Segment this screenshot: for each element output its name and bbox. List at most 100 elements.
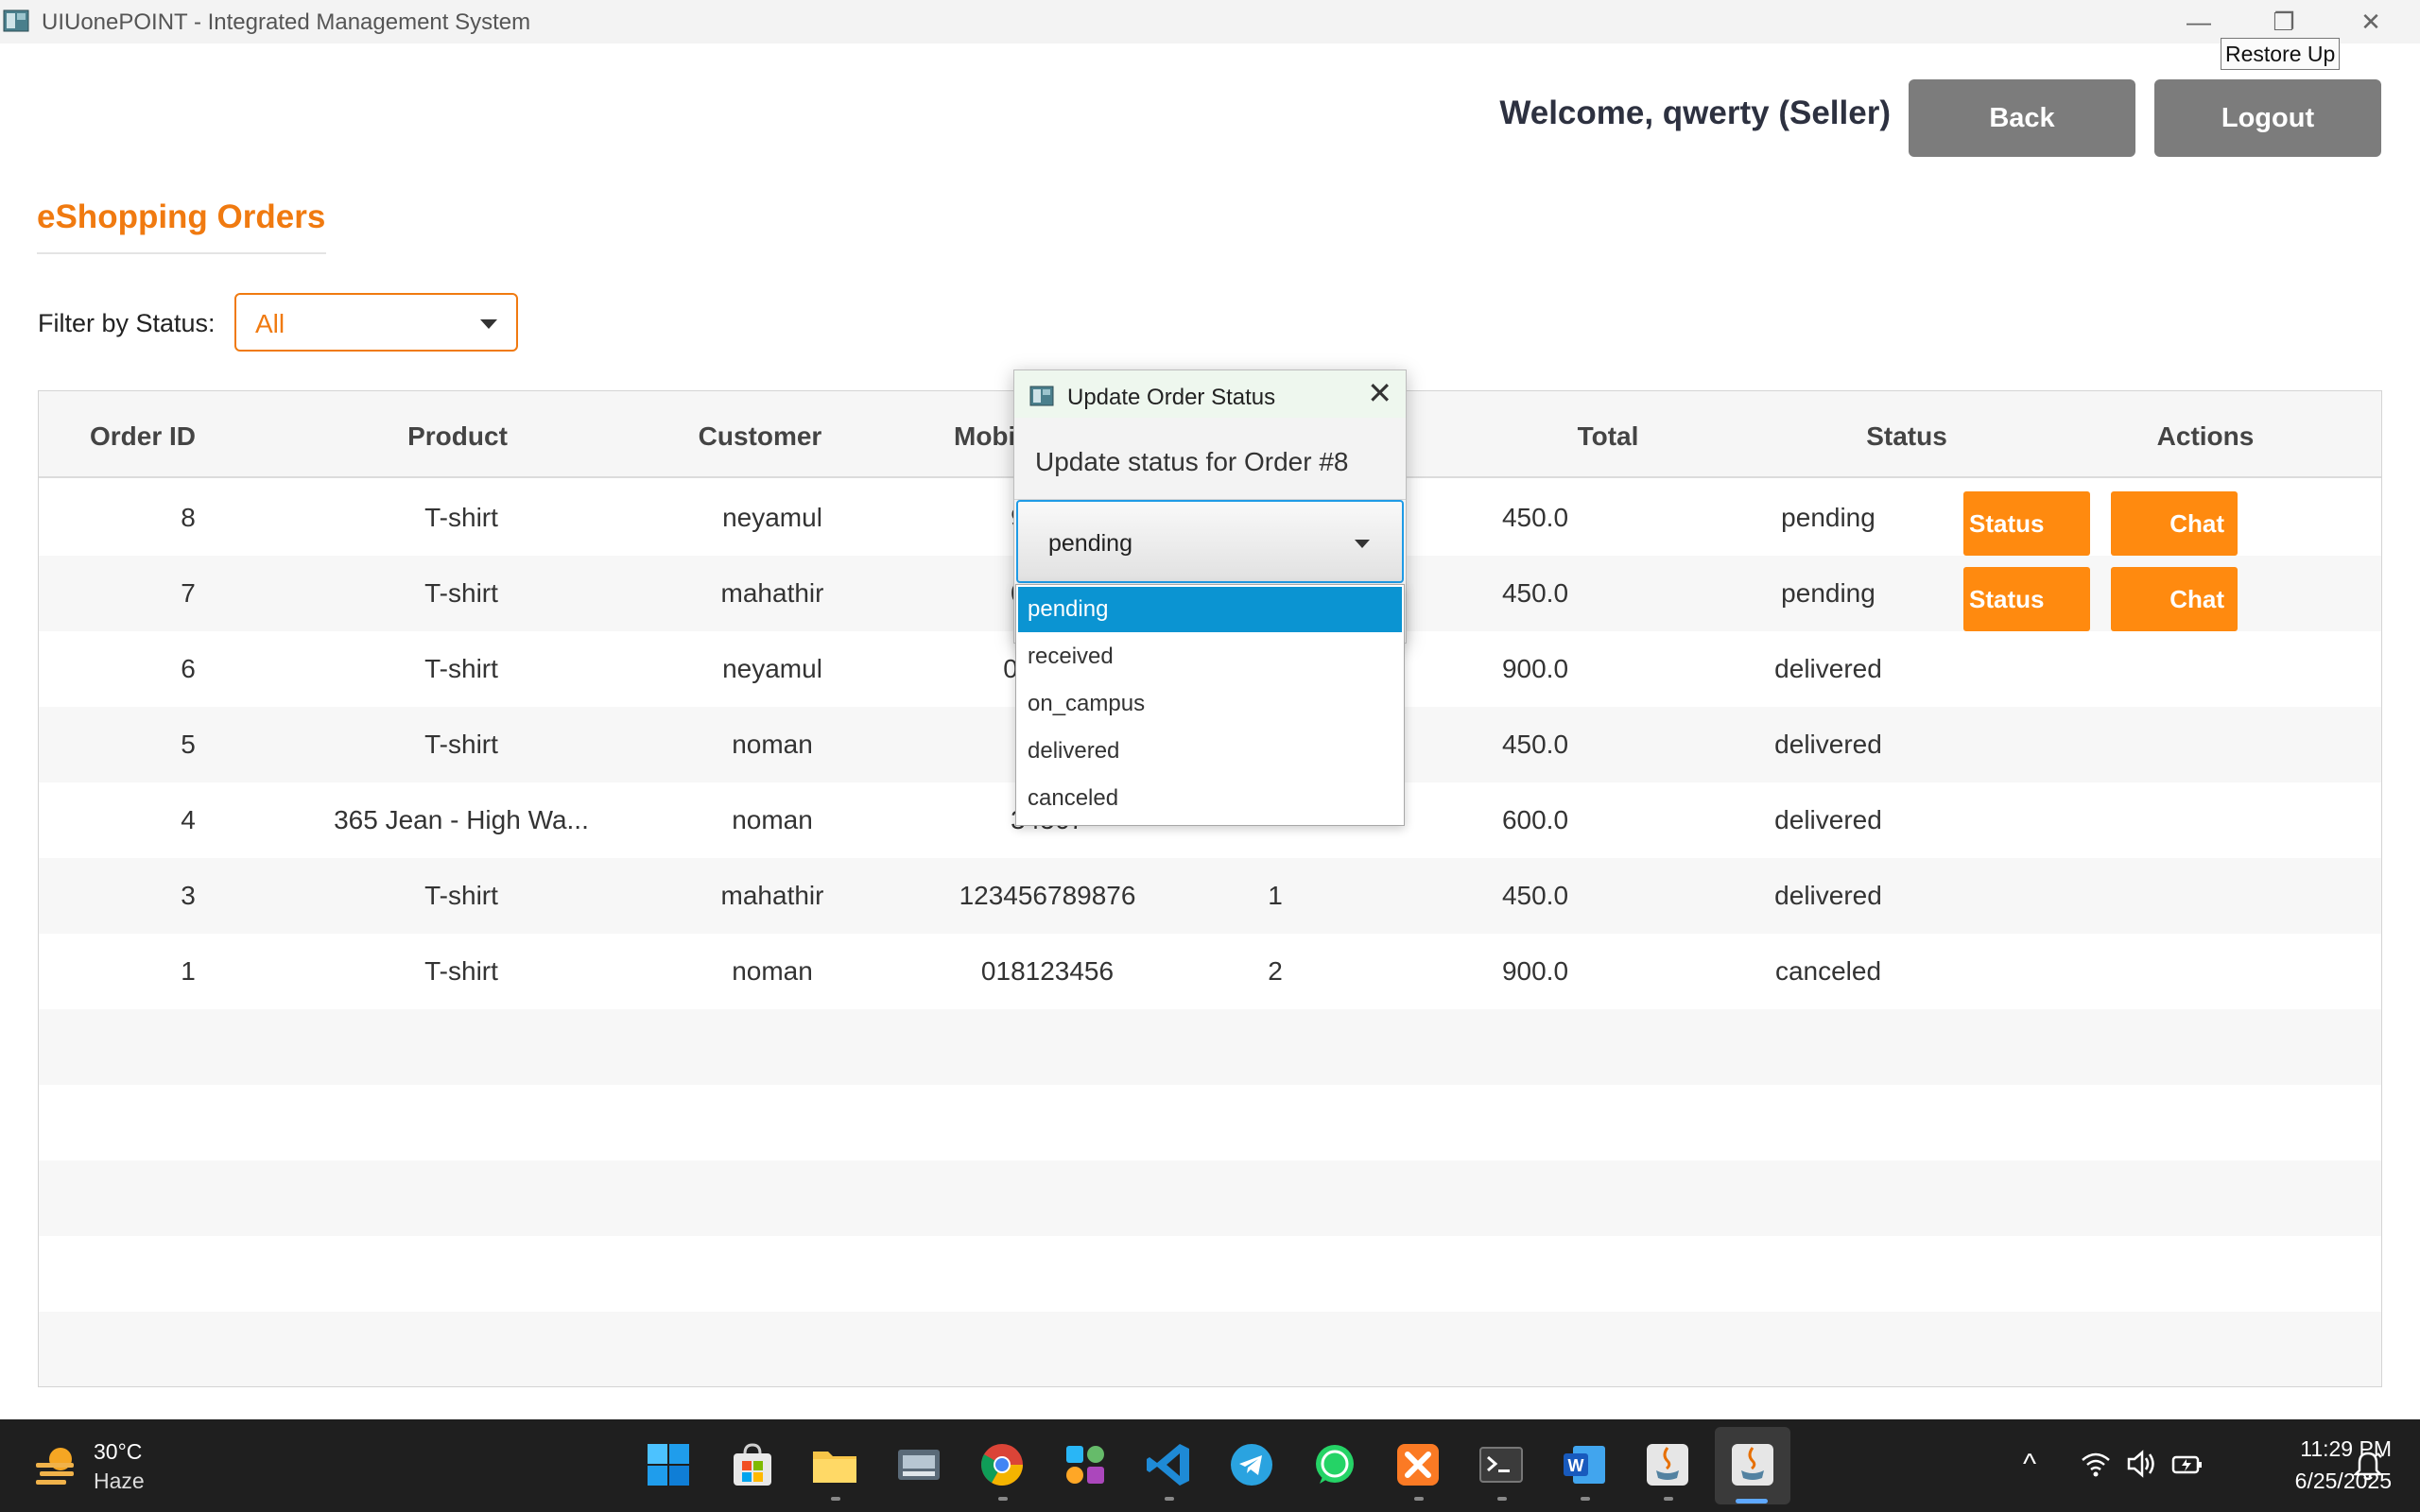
column-header-customer[interactable]: Customer xyxy=(628,421,892,452)
cell-product: 365 Jean - High Wa... xyxy=(334,805,589,834)
cell-customer: mahathir xyxy=(720,578,824,608)
java-active-icon[interactable] xyxy=(1728,1440,1777,1489)
status-option-on-campus[interactable]: on_campus xyxy=(1018,681,1402,727)
update-status-button[interactable]: Status xyxy=(1963,491,2090,556)
column-header-status[interactable]: Status xyxy=(1774,421,2039,452)
app-grid-icon[interactable] xyxy=(1061,1440,1110,1489)
close-window-icon[interactable]: ✕ xyxy=(2333,0,2409,43)
empty-row xyxy=(39,1236,2381,1312)
empty-row xyxy=(39,1312,2381,1386)
weather-haze-icon[interactable] xyxy=(32,1442,81,1487)
cell-total: 900.0 xyxy=(1501,654,1569,683)
cell-customer: noman xyxy=(732,956,813,986)
status-combo-box[interactable]: pending xyxy=(1016,500,1404,583)
back-button[interactable]: Back xyxy=(1909,79,2135,157)
logout-button[interactable]: Logout xyxy=(2154,79,2381,157)
cell-customer: neyamul xyxy=(722,654,822,683)
cell-order-id: 4 xyxy=(181,805,196,834)
running-indicator xyxy=(831,1497,840,1501)
keyboard-app-icon[interactable] xyxy=(894,1440,943,1489)
status-option-received[interactable]: received xyxy=(1018,634,1402,679)
cell-status: pending xyxy=(1781,578,1876,608)
cell-total: 600.0 xyxy=(1501,805,1569,834)
cell-product: T-shirt xyxy=(424,578,498,608)
column-header-product[interactable]: Product xyxy=(306,421,609,452)
cell-total: 900.0 xyxy=(1501,956,1569,986)
table-row[interactable]: 1 T-shirt noman 018123456 2 900.0 cancel… xyxy=(39,934,2381,1009)
wifi-icon[interactable] xyxy=(2080,1448,2112,1480)
weather-description: Haze xyxy=(94,1469,145,1493)
whatsapp-icon[interactable] xyxy=(1310,1440,1359,1489)
cell-mobile: 018123456 xyxy=(980,956,1115,986)
cell-total: 450.0 xyxy=(1501,578,1569,608)
cell-product: T-shirt xyxy=(424,730,498,759)
cell-customer: noman xyxy=(732,730,813,759)
column-header-total[interactable]: Total xyxy=(1495,421,1721,452)
cell-status: delivered xyxy=(1774,881,1882,910)
cell-status: delivered xyxy=(1774,730,1882,759)
cell-order-id: 6 xyxy=(181,654,196,683)
cell-total: 450.0 xyxy=(1501,881,1569,910)
app-icon xyxy=(3,9,29,32)
cell-order-id: 3 xyxy=(181,881,196,910)
cell-product: T-shirt xyxy=(424,881,498,910)
page-title: eShopping Orders xyxy=(37,198,326,235)
cell-order-id: 5 xyxy=(181,730,196,759)
telegram-icon[interactable] xyxy=(1227,1440,1276,1489)
chevron-down-icon xyxy=(480,319,497,329)
cell-status: canceled xyxy=(1774,956,1882,986)
status-option-pending[interactable]: pending xyxy=(1018,587,1402,632)
dialog-titlebar[interactable]: Update Order Status ✕ xyxy=(1014,370,1406,418)
terminal-icon[interactable] xyxy=(1477,1440,1526,1489)
vscode-icon[interactable] xyxy=(1144,1440,1193,1489)
status-filter-select[interactable]: All xyxy=(234,293,518,352)
cell-product: T-shirt xyxy=(424,654,498,683)
file-explorer-icon[interactable] xyxy=(810,1440,859,1489)
status-option-delivered[interactable]: delivered xyxy=(1018,729,1402,774)
empty-row xyxy=(39,1009,2381,1085)
volume-icon[interactable] xyxy=(2125,1448,2157,1480)
weather-temperature: 30°C xyxy=(94,1439,143,1464)
cell-mobile: 123456789876 xyxy=(959,881,1136,910)
status-dropdown-list: pending received on_campus delivered can… xyxy=(1015,584,1405,826)
show-hidden-icons-icon[interactable]: ^ xyxy=(2023,1448,2036,1482)
column-header-actions[interactable]: Actions xyxy=(2073,421,2338,452)
cell-product: T-shirt xyxy=(424,956,498,986)
empty-row xyxy=(39,1160,2381,1236)
combo-selected-value: pending xyxy=(1048,530,1132,557)
microsoft-store-icon[interactable] xyxy=(728,1440,777,1489)
update-status-button[interactable]: Status xyxy=(1963,567,2090,631)
battery-icon[interactable] xyxy=(2170,1448,2204,1480)
title-divider xyxy=(37,252,326,254)
close-icon[interactable]: ✕ xyxy=(1367,378,1392,408)
cell-status: delivered xyxy=(1774,805,1882,834)
cell-quantity: 2 xyxy=(1268,956,1283,986)
word-icon[interactable]: W xyxy=(1560,1440,1609,1489)
cell-order-id: 7 xyxy=(181,578,196,608)
windows-start-icon[interactable] xyxy=(644,1440,693,1489)
cell-customer: neyamul xyxy=(722,503,822,532)
running-indicator xyxy=(1664,1497,1673,1501)
filter-label: Filter by Status: xyxy=(38,309,216,337)
running-indicator xyxy=(1414,1497,1424,1501)
chevron-down-icon xyxy=(1355,540,1370,548)
column-header-order-id[interactable]: Order ID xyxy=(39,421,247,452)
cell-order-id: 1 xyxy=(181,956,196,986)
notifications-icon[interactable] xyxy=(2352,1450,2384,1482)
filter-value: All xyxy=(255,309,285,338)
cell-total: 450.0 xyxy=(1501,503,1569,532)
xampp-icon[interactable] xyxy=(1393,1440,1443,1489)
empty-row xyxy=(39,1085,2381,1160)
cell-customer: mahathir xyxy=(720,881,824,910)
running-indicator xyxy=(1581,1497,1590,1501)
chat-button[interactable]: Chat xyxy=(2111,567,2238,631)
table-row[interactable]: 3 T-shirt mahathir 123456789876 1 450.0 … xyxy=(39,858,2381,934)
status-option-canceled[interactable]: canceled xyxy=(1018,776,1402,821)
svg-text:W: W xyxy=(1568,1456,1584,1475)
app-icon xyxy=(1029,386,1054,406)
java-icon[interactable] xyxy=(1643,1440,1692,1489)
cell-total: 450.0 xyxy=(1501,730,1569,759)
chat-button[interactable]: Chat xyxy=(2111,491,2238,556)
window-titlebar: UIUonePOINT - Integrated Management Syst… xyxy=(0,0,2420,43)
chrome-icon[interactable] xyxy=(977,1440,1027,1489)
